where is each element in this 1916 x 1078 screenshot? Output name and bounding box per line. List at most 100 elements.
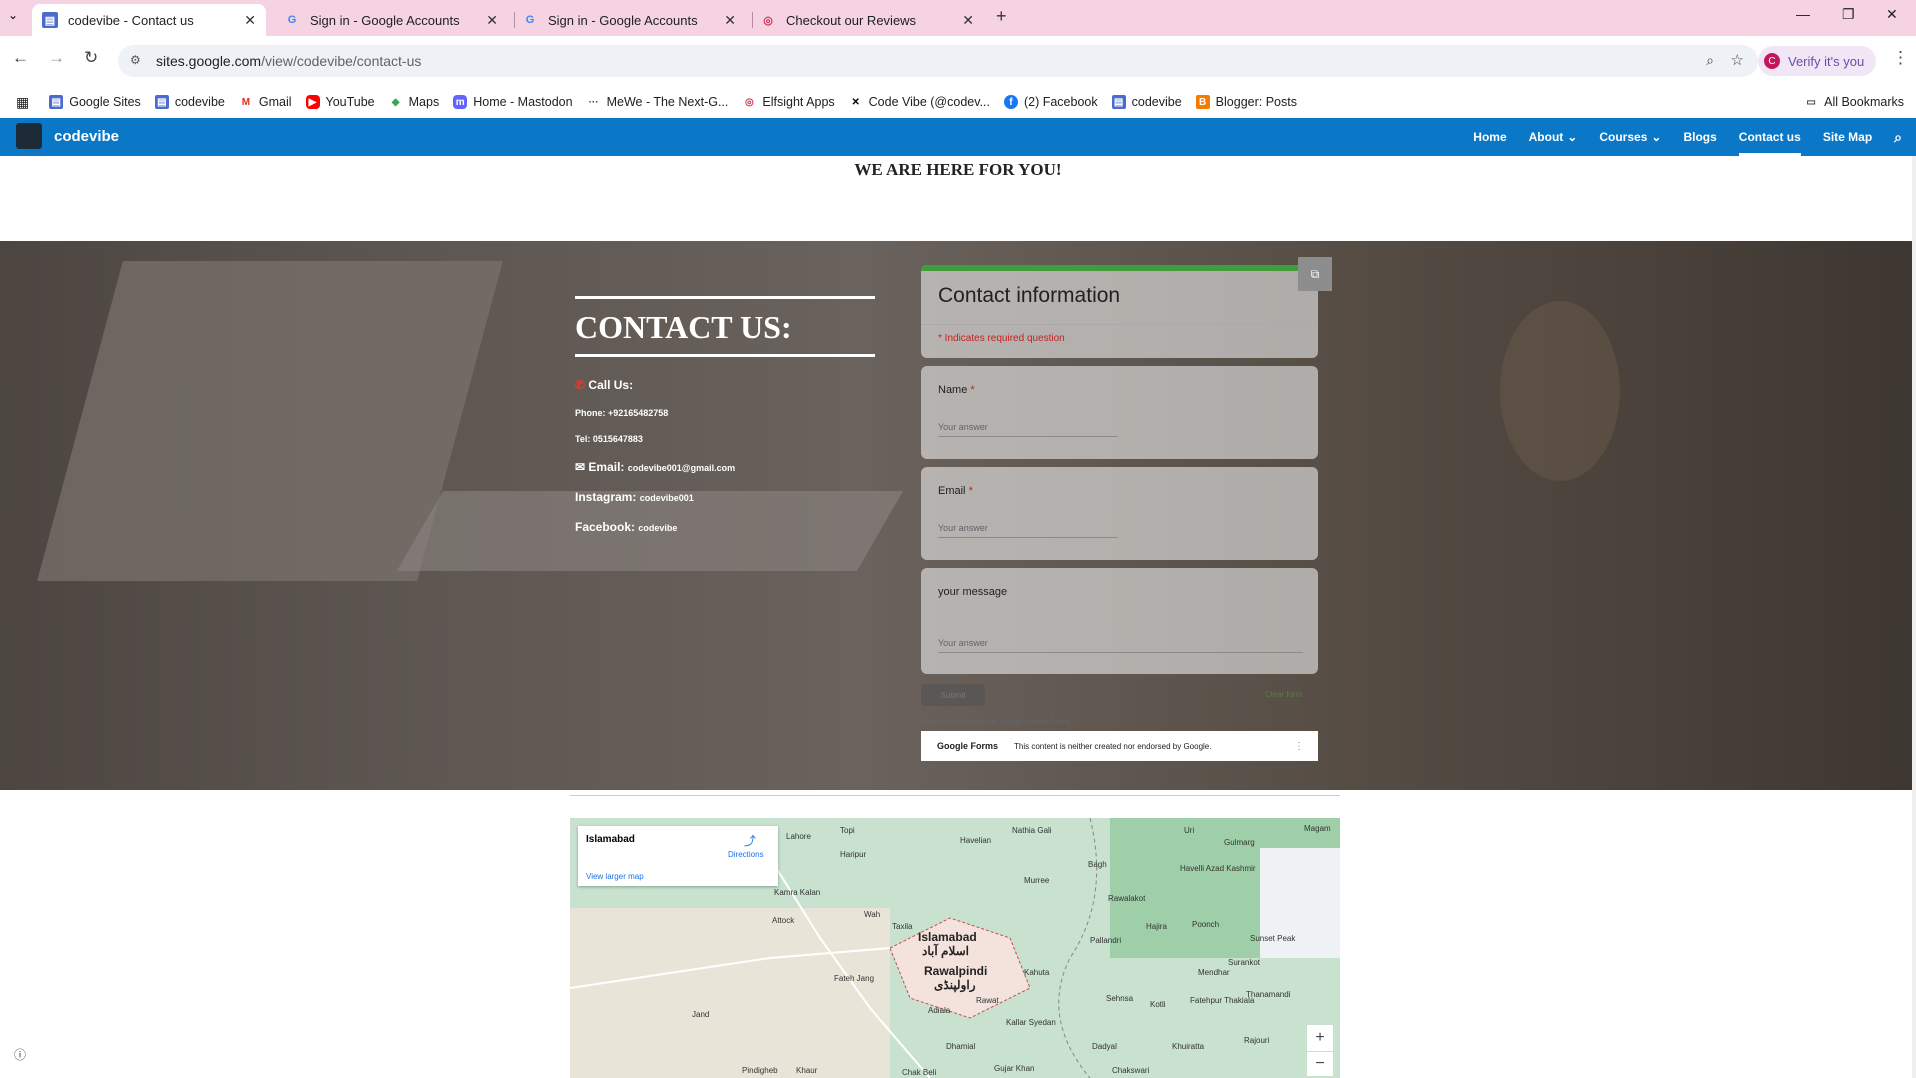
site-info-icon[interactable]: ⚙: [130, 53, 141, 67]
bookmark-codevibe-x[interactable]: ✕ Code Vibe (@codev...: [849, 95, 990, 109]
new-tab-button[interactable]: +: [996, 6, 1007, 27]
minimize-icon[interactable]: —: [1796, 6, 1810, 22]
never-submit-note: Never submit passwords through Google Fo…: [921, 719, 1072, 726]
nav-site-map[interactable]: Site Map: [1823, 118, 1872, 156]
chevron-down-icon: ⌄: [1651, 130, 1662, 144]
search-icon[interactable]: ⌕: [1894, 118, 1902, 156]
bookmark-gmail[interactable]: M Gmail: [239, 95, 292, 109]
directions-icon[interactable]: ⤴: [744, 832, 756, 849]
map-city-islamabad: Islamabad: [918, 930, 977, 944]
map-label: Fateh Jang: [834, 974, 875, 983]
forward-icon[interactable]: →: [48, 48, 65, 68]
bookmark-maps[interactable]: ◆ Maps: [389, 95, 439, 109]
nav-courses[interactable]: Courses ⌄: [1599, 118, 1661, 156]
tab-codevibe-contact[interactable]: ▤ codevibe - Contact us ✕: [32, 4, 266, 36]
map-label: Kallar Syedan: [1006, 1018, 1056, 1027]
bookmark-youtube[interactable]: ▶ YouTube: [305, 95, 375, 109]
phone-icon: ✆: [575, 378, 586, 392]
close-tab-icon[interactable]: ✕: [244, 12, 256, 29]
x-icon: ✕: [851, 96, 860, 108]
tab-sign-in-1[interactable]: G Sign in - Google Accounts ✕: [274, 4, 508, 36]
mastodon-icon: m: [453, 95, 468, 109]
close-tab-icon[interactable]: ✕: [724, 12, 736, 29]
map-label: Poonch: [1192, 920, 1220, 929]
page-tagline: WE ARE HERE FOR YOU!: [854, 160, 1062, 179]
zoom-icon[interactable]: ⌕: [1706, 52, 1714, 69]
nav-home[interactable]: Home: [1473, 118, 1506, 156]
map-label: Khuiratta: [1172, 1042, 1205, 1051]
map-label: Jand: [692, 1010, 710, 1019]
google-forms-brand[interactable]: Google Forms: [937, 741, 998, 751]
section-divider: [570, 795, 1340, 796]
back-icon[interactable]: ←: [12, 48, 29, 68]
close-window-icon[interactable]: ✕: [1886, 6, 1898, 23]
bookmarks-bar: ▦ ▤ Google Sites ▤ codevibe M Gmail ▶ YouTub…: [0, 86, 1916, 118]
mewe-icon: ···: [588, 96, 599, 108]
bookmark-mewe[interactable]: ··· MeWe - The Next-G...: [587, 95, 729, 109]
map-label: Kahuta: [1024, 968, 1050, 977]
name-input[interactable]: Your answer: [938, 422, 1118, 437]
close-tab-icon[interactable]: ✕: [486, 12, 498, 29]
message-question-card: [921, 568, 1318, 674]
facebook-line: Facebook: codevibe: [575, 520, 678, 534]
map-label: Chakswari: [1112, 1066, 1150, 1075]
map-label: Hajira: [1146, 922, 1167, 931]
apps-grid-icon[interactable]: ▦: [16, 94, 29, 111]
map-label: Chak Beli: [902, 1068, 937, 1077]
map-label: Nathia Gali: [1012, 826, 1052, 835]
restore-icon[interactable]: ❐: [1842, 6, 1855, 23]
map-zoom-in-button[interactable]: +: [1307, 1025, 1333, 1051]
nav-contact-us[interactable]: Contact us: [1738, 118, 1801, 156]
avatar: C: [1764, 53, 1780, 69]
view-larger-map-link[interactable]: View larger map: [586, 872, 644, 881]
info-icon[interactable]: ⓘ: [14, 1046, 26, 1063]
map-zoom-out-button[interactable]: −: [1307, 1052, 1333, 1076]
site-logo[interactable]: [16, 123, 42, 149]
map-label: Dadyal: [1092, 1042, 1117, 1051]
map-label: Wah: [864, 910, 881, 919]
gmail-icon: M: [241, 96, 251, 108]
map-label: Taxila: [892, 922, 913, 931]
all-bookmarks[interactable]: ▭ All Bookmarks: [1804, 95, 1904, 109]
required-star: *: [970, 384, 975, 396]
reload-icon[interactable]: ↻: [84, 48, 98, 68]
message-input[interactable]: Your answer: [938, 638, 1303, 653]
bookmark-mastodon[interactable]: m Home - Mastodon: [453, 95, 573, 109]
plains-area: [570, 908, 890, 1078]
map-label: Kamra Kalan: [774, 888, 821, 897]
bookmark-facebook[interactable]: f (2) Facebook: [1003, 95, 1098, 109]
bookmark-star-icon[interactable]: ☆: [1731, 51, 1744, 69]
map-label: Khaur: [796, 1066, 818, 1075]
bookmark-elfsight[interactable]: ◎ Elfsight Apps: [742, 95, 835, 109]
map-label: Attock: [772, 916, 795, 925]
nav-blogs[interactable]: Blogs: [1683, 118, 1716, 156]
address-bar[interactable]: ⚙ sites.google.com/view/codevibe/contact…: [118, 45, 1758, 77]
map-label: Sunset Peak: [1250, 934, 1296, 943]
bookmark-google-sites[interactable]: ▤ Google Sites: [49, 95, 141, 109]
form-header-card: [921, 265, 1318, 358]
email-input[interactable]: Your answer: [938, 523, 1118, 538]
bookmark-codevibe[interactable]: ▤ codevibe: [154, 95, 225, 109]
tab-sign-in-2[interactable]: G Sign in - Google Accounts ✕: [512, 4, 746, 36]
menu-kebab-icon[interactable]: ⋮: [1892, 48, 1909, 68]
tab-reviews[interactable]: ◎ Checkout our Reviews ✕: [750, 4, 984, 36]
map-label: Fatehpur Thakiala: [1190, 996, 1255, 1005]
nav-about[interactable]: About ⌄: [1529, 118, 1578, 156]
tel-number: Tel: 0515647883: [575, 434, 643, 444]
bookmark-blogger[interactable]: B Blogger: Posts: [1195, 95, 1297, 109]
verify-profile-button[interactable]: C Verify it's you: [1758, 46, 1877, 76]
site-name[interactable]: codevibe: [54, 128, 119, 145]
open-new-window-icon[interactable]: ⧉: [1298, 257, 1332, 291]
submit-button[interactable]: Submit: [921, 684, 985, 706]
map-label: Gujar Khan: [994, 1064, 1035, 1073]
close-tab-icon[interactable]: ✕: [962, 12, 974, 29]
page-scrollbar[interactable]: [1912, 156, 1916, 1078]
instagram-line: Instagram: codevibe001: [575, 490, 694, 504]
tab-search-button[interactable]: ⌄: [8, 8, 18, 22]
clear-form-link[interactable]: Clear form: [1265, 690, 1302, 699]
bookmark-codevibe-2[interactable]: ▤ codevibe: [1111, 95, 1182, 109]
more-options-icon[interactable]: ⋮: [1294, 741, 1304, 752]
directions-link[interactable]: Directions: [728, 850, 764, 859]
tab-strip: ⌄ ▤ codevibe - Contact us ✕ G Sign in - …: [0, 0, 1916, 36]
facebook-icon: f: [1003, 95, 1018, 109]
